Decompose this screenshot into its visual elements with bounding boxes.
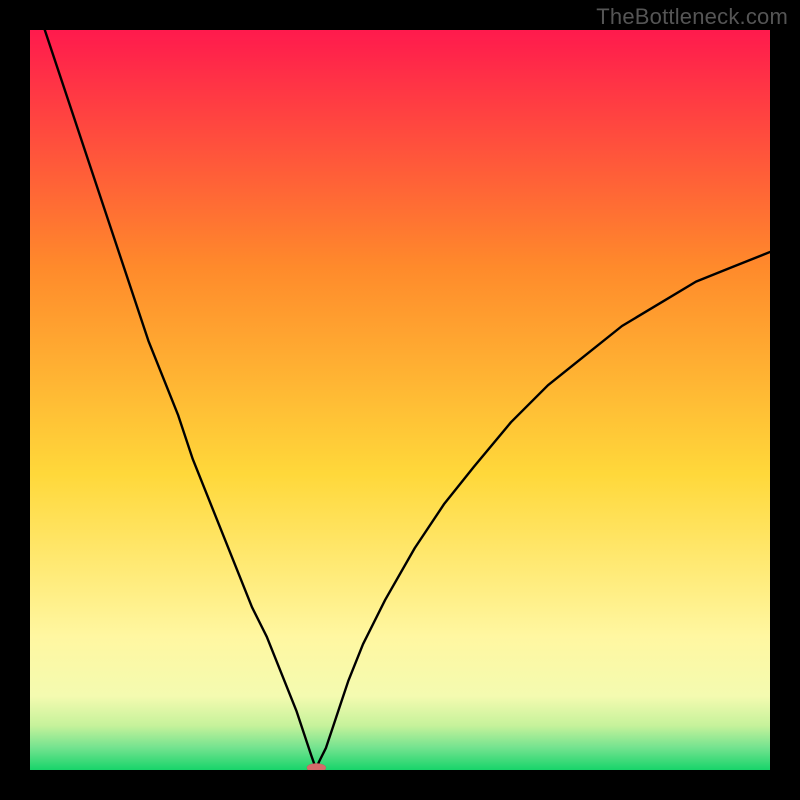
bottleneck-chart (30, 30, 770, 770)
chart-frame: TheBottleneck.com (0, 0, 800, 800)
gradient-background (30, 30, 770, 770)
watermark-text: TheBottleneck.com (596, 4, 788, 30)
